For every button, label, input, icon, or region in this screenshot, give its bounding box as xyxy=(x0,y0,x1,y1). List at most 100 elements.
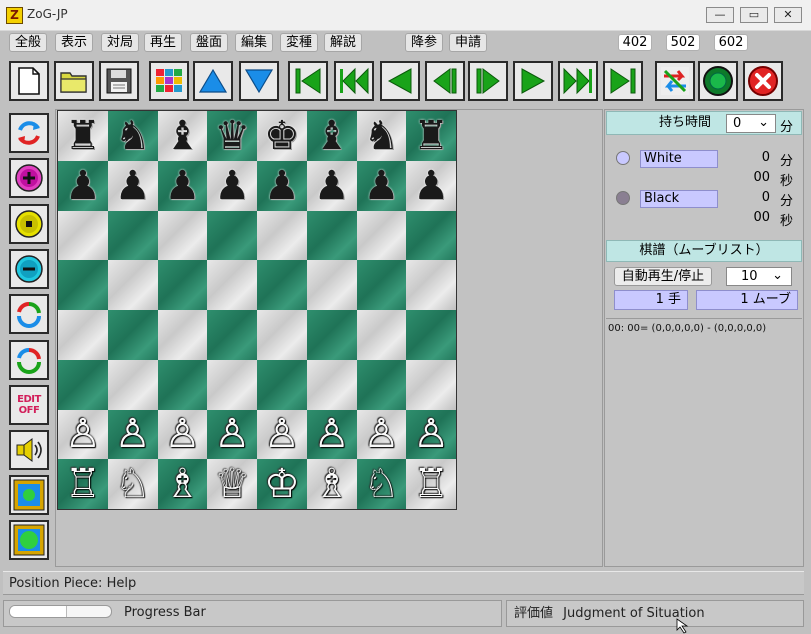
forward-step-button[interactable] xyxy=(468,61,508,101)
board-square[interactable] xyxy=(58,310,108,360)
menu-edit[interactable]: 編集 xyxy=(235,33,273,52)
board-square[interactable] xyxy=(356,210,407,261)
white-pawn[interactable]: ♙ xyxy=(65,414,101,454)
close-window-button[interactable]: ✕ xyxy=(774,7,802,23)
stop-dot-button[interactable] xyxy=(9,204,49,244)
board-square[interactable] xyxy=(306,359,357,410)
save-button[interactable] xyxy=(99,61,139,101)
board-square[interactable]: ♞ xyxy=(107,111,158,161)
board-square[interactable] xyxy=(107,260,158,310)
board-square[interactable] xyxy=(257,210,307,261)
black-king[interactable]: ♚ xyxy=(264,116,300,156)
layout-502-button[interactable]: 502 xyxy=(666,34,700,51)
board-square[interactable]: ♘ xyxy=(356,459,407,509)
board-square[interactable]: ♜ xyxy=(406,111,456,161)
board-square[interactable]: ♟ xyxy=(107,160,158,211)
black-indicator[interactable] xyxy=(616,191,630,205)
white-bishop[interactable]: ♗ xyxy=(314,464,350,504)
move-list[interactable]: 00: 00= (0,0,0,0,0) - (0,0,0,0,0) xyxy=(606,318,802,566)
last-move-button[interactable] xyxy=(603,61,643,101)
board-square[interactable] xyxy=(356,359,407,410)
back-fast-button[interactable] xyxy=(334,61,374,101)
move-list-entry[interactable]: 00: 00= (0,0,0,0,0) - (0,0,0,0,0) xyxy=(606,319,802,338)
board-square[interactable]: ♔ xyxy=(257,459,307,509)
board-square[interactable]: ♟ xyxy=(356,160,407,211)
board-square[interactable] xyxy=(58,260,108,310)
layout-602-button[interactable]: 602 xyxy=(714,34,748,51)
back-button[interactable] xyxy=(380,61,420,101)
black-queen[interactable]: ♛ xyxy=(214,116,250,156)
board-square[interactable]: ♗ xyxy=(306,459,357,509)
forward-fast-button[interactable] xyxy=(558,61,598,101)
forward-button[interactable] xyxy=(513,61,553,101)
board-square[interactable]: ♝ xyxy=(157,111,208,161)
new-button[interactable] xyxy=(9,61,49,101)
white-rook[interactable]: ♖ xyxy=(65,464,101,504)
white-pawn[interactable]: ♙ xyxy=(164,414,200,454)
board-square[interactable] xyxy=(257,260,307,310)
white-bishop[interactable]: ♗ xyxy=(164,464,200,504)
black-pawn[interactable]: ♟ xyxy=(115,166,151,206)
remove-piece-button[interactable] xyxy=(9,249,49,289)
board-square[interactable] xyxy=(257,310,307,360)
board-square[interactable]: ♟ xyxy=(257,160,307,211)
black-rook[interactable]: ♜ xyxy=(65,116,101,156)
restore-button[interactable]: ▭ xyxy=(740,7,768,23)
menu-general[interactable]: 全般 xyxy=(9,33,47,52)
board-square[interactable] xyxy=(157,210,208,261)
board-square[interactable]: ♙ xyxy=(157,409,208,460)
cycle-reverse-button[interactable] xyxy=(9,340,49,380)
board-square[interactable] xyxy=(107,210,158,261)
first-move-button[interactable] xyxy=(288,61,328,101)
board-square[interactable]: ♖ xyxy=(58,459,108,509)
board-square[interactable] xyxy=(107,310,158,360)
sound-button[interactable] xyxy=(9,430,49,470)
board-square[interactable]: ♞ xyxy=(356,111,407,161)
board-square[interactable] xyxy=(306,310,357,360)
board-square[interactable] xyxy=(306,210,357,261)
menu-playback[interactable]: 再生 xyxy=(144,33,182,52)
black-pawn[interactable]: ♟ xyxy=(314,166,350,206)
board-square[interactable]: ♜ xyxy=(58,111,108,161)
board-square[interactable] xyxy=(207,359,257,410)
board-square[interactable]: ♟ xyxy=(157,160,208,211)
board-square[interactable]: ♗ xyxy=(157,459,208,509)
board-square[interactable]: ♛ xyxy=(207,111,257,161)
go-button[interactable] xyxy=(698,61,738,101)
stop-button[interactable] xyxy=(743,61,783,101)
menu-game[interactable]: 対局 xyxy=(101,33,139,52)
layout-402-button[interactable]: 402 xyxy=(618,34,652,51)
board-square[interactable]: ♟ xyxy=(58,160,108,211)
board-square[interactable]: ♟ xyxy=(306,160,357,211)
board-square[interactable]: ♖ xyxy=(406,459,456,509)
board-view-button[interactable] xyxy=(9,520,49,560)
fit-board-button[interactable] xyxy=(9,475,49,515)
cycle-button[interactable] xyxy=(9,294,49,334)
time-limit-select[interactable]: 0 ⌄ xyxy=(726,114,776,133)
menu-variant[interactable]: 変種 xyxy=(280,33,318,52)
resign-button[interactable]: 降参 xyxy=(405,33,443,52)
board-square[interactable] xyxy=(207,210,257,261)
board-square[interactable] xyxy=(306,260,357,310)
white-pawn[interactable]: ♙ xyxy=(413,414,449,454)
white-knight[interactable]: ♘ xyxy=(115,464,151,504)
black-pawn[interactable]: ♟ xyxy=(413,166,449,206)
white-indicator[interactable] xyxy=(616,151,630,165)
black-pawn[interactable]: ♟ xyxy=(214,166,250,206)
white-pawn[interactable]: ♙ xyxy=(115,414,151,454)
board-square[interactable]: ♟ xyxy=(406,160,456,211)
black-bishop[interactable]: ♝ xyxy=(314,116,350,156)
white-rook[interactable]: ♖ xyxy=(413,464,449,504)
board-square[interactable]: ♙ xyxy=(356,409,407,460)
black-knight[interactable]: ♞ xyxy=(363,116,399,156)
board-square[interactable] xyxy=(58,359,108,410)
black-rook[interactable]: ♜ xyxy=(413,116,449,156)
board-square[interactable]: ♙ xyxy=(207,409,257,460)
board-square[interactable]: ♙ xyxy=(257,409,307,460)
board-square[interactable]: ♙ xyxy=(406,409,456,460)
white-queen[interactable]: ♕ xyxy=(214,464,250,504)
board-square[interactable] xyxy=(406,260,456,310)
menu-commentary[interactable]: 解説 xyxy=(324,33,362,52)
white-player-name[interactable]: White xyxy=(640,150,718,168)
black-pawn[interactable]: ♟ xyxy=(164,166,200,206)
